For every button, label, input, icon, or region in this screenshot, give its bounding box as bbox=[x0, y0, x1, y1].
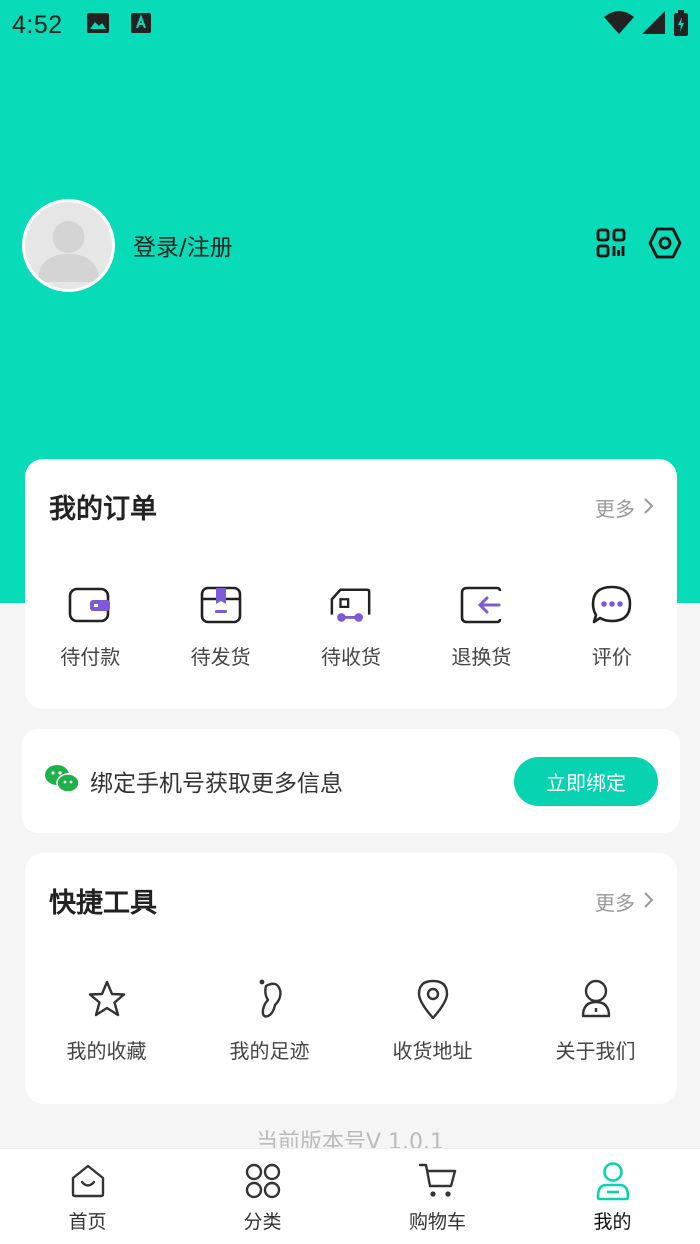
order-label: 待收货 bbox=[321, 645, 382, 669]
category-icon bbox=[243, 1161, 283, 1201]
tool-about-us[interactable]: 关于我们 bbox=[514, 977, 677, 1064]
status-bar: 4:52 bbox=[0, 0, 700, 50]
bind-now-button[interactable]: 立即绑定 bbox=[514, 756, 658, 806]
location-pin-icon bbox=[411, 977, 455, 1021]
tab-cart[interactable]: 购物车 bbox=[350, 1149, 525, 1244]
order-review[interactable]: 评价 bbox=[547, 583, 677, 670]
home-icon bbox=[68, 1161, 108, 1201]
user-lock-icon bbox=[574, 977, 618, 1021]
quick-tools-card: 快捷工具 更多 我的收藏 我的足迹 收货地址 关于我们 bbox=[25, 853, 677, 1104]
return-icon bbox=[459, 583, 503, 627]
tool-label: 关于我们 bbox=[555, 1039, 636, 1063]
delivery-truck-icon bbox=[329, 583, 373, 627]
tab-label: 分类 bbox=[243, 1211, 282, 1233]
chevron-right-icon bbox=[643, 496, 655, 520]
order-label: 评价 bbox=[591, 645, 632, 669]
tools-more-link[interactable]: 更多 bbox=[595, 887, 655, 916]
tab-label: 我的 bbox=[593, 1211, 632, 1233]
orders-title: 我的订单 bbox=[49, 494, 157, 525]
tab-profile[interactable]: 我的 bbox=[525, 1149, 700, 1244]
order-label: 待付款 bbox=[60, 645, 121, 669]
battery-icon bbox=[674, 10, 688, 40]
login-register-link[interactable]: 登录/注册 bbox=[133, 228, 233, 262]
wifi-icon bbox=[604, 11, 634, 39]
bind-phone-text: 绑定手机号获取更多信息 bbox=[90, 771, 343, 797]
signal-icon bbox=[642, 11, 666, 39]
chevron-right-icon bbox=[643, 890, 655, 914]
app-a-icon bbox=[130, 13, 151, 37]
settings-icon[interactable] bbox=[648, 227, 682, 263]
order-return-exchange[interactable]: 退换货 bbox=[416, 583, 546, 670]
avatar[interactable] bbox=[22, 198, 115, 292]
profile-icon bbox=[593, 1161, 633, 1201]
profile-row: 登录/注册 bbox=[22, 198, 682, 292]
tab-home[interactable]: 首页 bbox=[0, 1149, 175, 1244]
wechat-icon bbox=[44, 763, 80, 799]
tool-label: 我的足迹 bbox=[229, 1039, 310, 1063]
orders-more-label: 更多 bbox=[595, 497, 635, 521]
order-pending-payment[interactable]: 待付款 bbox=[25, 583, 155, 670]
order-label: 退换货 bbox=[451, 645, 512, 669]
cart-icon bbox=[418, 1161, 458, 1201]
tool-my-footprints[interactable]: 我的足迹 bbox=[188, 977, 351, 1064]
star-icon bbox=[85, 977, 129, 1021]
comment-icon bbox=[590, 583, 634, 627]
tool-label: 收货地址 bbox=[392, 1039, 473, 1063]
tab-label: 首页 bbox=[68, 1211, 107, 1233]
tab-label: 购物车 bbox=[408, 1211, 466, 1233]
tool-my-favorites[interactable]: 我的收藏 bbox=[25, 977, 188, 1064]
my-orders-card: 我的订单 更多 待付款 待发货 待收货 退换货 评价 bbox=[25, 459, 677, 709]
order-pending-shipment[interactable]: 待发货 bbox=[155, 583, 285, 670]
wallet-icon bbox=[68, 583, 112, 627]
bottom-tab-bar: 首页 分类 购物车 我的 bbox=[0, 1148, 700, 1244]
tools-title: 快捷工具 bbox=[49, 888, 157, 919]
tab-category[interactable]: 分类 bbox=[175, 1149, 350, 1244]
tool-label: 我的收藏 bbox=[66, 1039, 147, 1063]
order-pending-receipt[interactable]: 待收货 bbox=[286, 583, 416, 670]
qr-code-icon[interactable] bbox=[596, 228, 626, 262]
tool-shipping-address[interactable]: 收货地址 bbox=[351, 977, 514, 1064]
bind-phone-card: 绑定手机号获取更多信息 立即绑定 bbox=[22, 729, 680, 833]
footprint-icon bbox=[248, 977, 292, 1021]
tools-more-label: 更多 bbox=[595, 891, 635, 915]
orders-more-link[interactable]: 更多 bbox=[595, 493, 655, 522]
status-time: 4:52 bbox=[12, 10, 63, 39]
image-icon bbox=[86, 13, 109, 37]
order-label: 待发货 bbox=[190, 645, 251, 669]
package-icon bbox=[199, 583, 243, 627]
